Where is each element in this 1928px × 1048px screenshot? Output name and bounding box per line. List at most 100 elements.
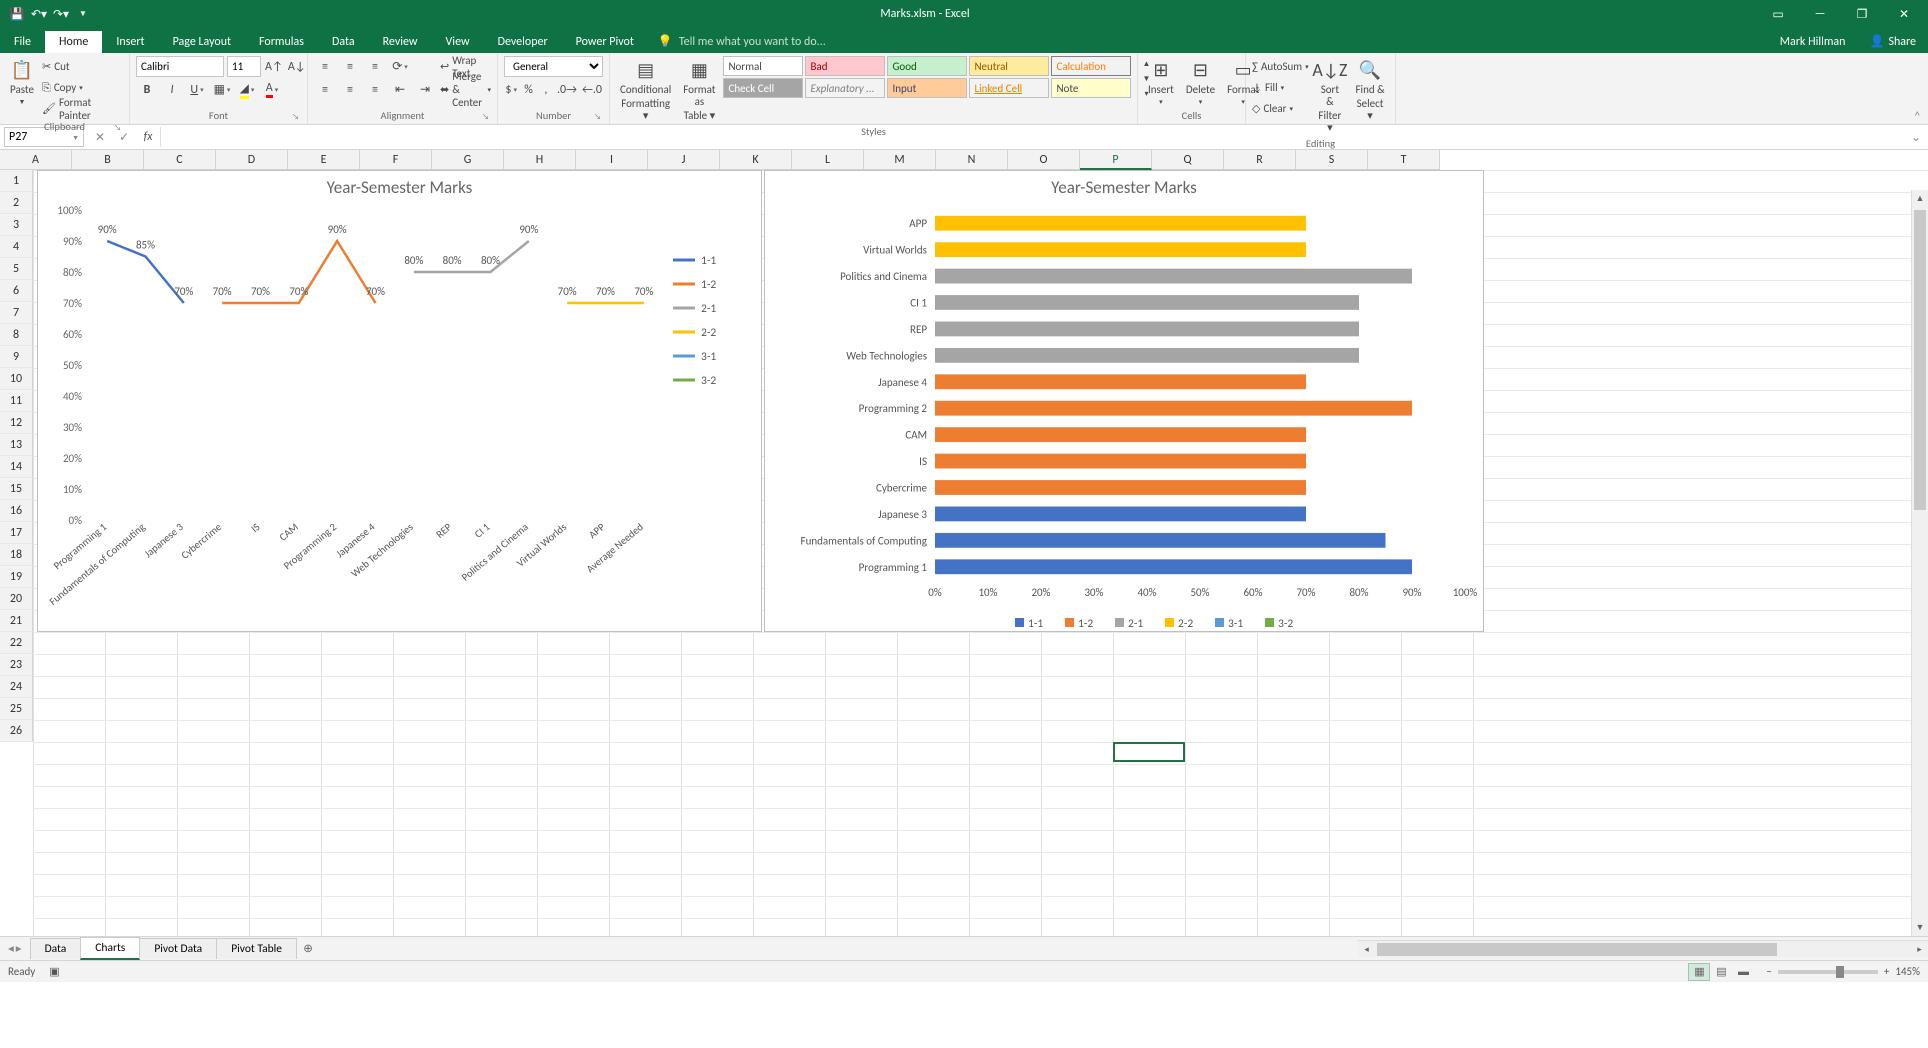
chart-line-year-semester-marks[interactable]: Year-Semester Marks 0%10%20%30%40%50%60%… xyxy=(37,170,762,632)
increase-decimal-icon[interactable]: .0→ xyxy=(556,79,578,101)
chart-bar-year-semester-marks[interactable]: Year-Semester Marks Programming 1Fundame… xyxy=(764,170,1484,632)
tab-power-pivot[interactable]: Power Pivot xyxy=(562,31,648,53)
style-explanatory[interactable]: Explanatory ... xyxy=(805,78,885,98)
underline-button[interactable]: U xyxy=(186,79,208,101)
tab-developer[interactable]: Developer xyxy=(484,31,562,53)
zoom-level[interactable]: 145% xyxy=(1895,965,1920,978)
style-bad[interactable]: Bad xyxy=(805,56,885,76)
tab-page-layout[interactable]: Page Layout xyxy=(159,31,245,53)
row-header-19[interactable]: 19 xyxy=(0,566,33,588)
row-header-24[interactable]: 24 xyxy=(0,676,33,698)
scroll-right-icon[interactable]: ▸ xyxy=(1911,944,1928,955)
maximize-button[interactable]: ❐ xyxy=(1842,0,1882,28)
insert-cells-button[interactable]: ⊞Insert▾ xyxy=(1144,56,1178,108)
merge-center-button[interactable]: ⬌ Merge & Center ▾ xyxy=(440,79,491,100)
row-header-23[interactable]: 23 xyxy=(0,654,33,676)
align-right-icon[interactable]: ≡ xyxy=(364,79,386,101)
comma-format-icon[interactable]: , xyxy=(539,79,553,101)
zoom-out-button[interactable]: − xyxy=(1766,965,1771,978)
percent-format-icon[interactable]: % xyxy=(521,79,535,101)
find-select-button[interactable]: 🔍Find &Select ▾ xyxy=(1351,56,1389,124)
column-header-J[interactable]: J xyxy=(648,150,720,170)
align-left-icon[interactable]: ≡ xyxy=(314,79,336,101)
row-header-7[interactable]: 7 xyxy=(0,302,33,324)
row-header-1[interactable]: 1 xyxy=(0,170,33,192)
column-header-B[interactable]: B xyxy=(72,150,144,170)
row-header-12[interactable]: 12 xyxy=(0,412,33,434)
new-sheet-button[interactable]: ⊕ xyxy=(296,940,320,957)
number-format-combo[interactable]: General xyxy=(504,56,603,77)
column-header-O[interactable]: O xyxy=(1008,150,1080,170)
sheet-tab-pivot-data[interactable]: Pivot Data xyxy=(139,938,217,959)
row-header-9[interactable]: 9 xyxy=(0,346,33,368)
column-header-A[interactable]: A xyxy=(0,150,72,170)
sheet-nav-first-icon[interactable]: ◂ xyxy=(8,941,14,956)
sheet-tab-pivot-table[interactable]: Pivot Table xyxy=(216,938,297,959)
style-neutral[interactable]: Neutral xyxy=(969,56,1049,76)
conditional-formatting-button[interactable]: ▤ Conditional Formatting ▾ xyxy=(616,56,675,124)
style-linked-cell[interactable]: Linked Cell xyxy=(969,78,1049,98)
style-input[interactable]: Input xyxy=(887,78,967,98)
column-header-H[interactable]: H xyxy=(504,150,576,170)
row-header-26[interactable]: 26 xyxy=(0,720,33,742)
number-dialog-launcher-icon[interactable]: ↘ xyxy=(594,112,601,122)
align-top-icon[interactable]: ≡ xyxy=(314,56,336,78)
style-good[interactable]: Good xyxy=(887,56,967,76)
italic-button[interactable]: I xyxy=(161,79,183,101)
row-header-11[interactable]: 11 xyxy=(0,390,33,412)
user-name[interactable]: Mark Hillman xyxy=(1768,31,1858,53)
style-check-cell[interactable]: Check Cell xyxy=(723,78,803,98)
row-header-17[interactable]: 17 xyxy=(0,522,33,544)
customize-qat-icon[interactable]: ▼ xyxy=(74,5,92,23)
clipboard-dialog-launcher-icon[interactable]: ↘ xyxy=(114,123,121,133)
scroll-down-icon[interactable]: ▼ xyxy=(1912,919,1928,936)
font-color-button[interactable]: A xyxy=(261,79,283,101)
view-page-layout-icon[interactable]: ▤ xyxy=(1710,963,1732,981)
column-header-R[interactable]: R xyxy=(1224,150,1296,170)
tab-insert[interactable]: Insert xyxy=(102,31,158,53)
row-header-5[interactable]: 5 xyxy=(0,258,33,280)
column-header-E[interactable]: E xyxy=(288,150,360,170)
tab-formulas[interactable]: Formulas xyxy=(245,31,318,53)
paste-button[interactable]: 📋 Paste ▼ xyxy=(6,56,38,108)
format-as-table-button[interactable]: ▦ Format as Table ▾ xyxy=(679,56,719,124)
row-header-18[interactable]: 18 xyxy=(0,544,33,566)
style-normal[interactable]: Normal xyxy=(723,56,803,76)
sort-filter-button[interactable]: A↓ZSort &Filter ▾ xyxy=(1313,56,1348,136)
row-header-6[interactable]: 6 xyxy=(0,280,33,302)
column-header-T[interactable]: T xyxy=(1368,150,1440,170)
collapse-ribbon-icon[interactable]: ^ xyxy=(1915,109,1920,122)
row-header-10[interactable]: 10 xyxy=(0,368,33,390)
bold-button[interactable]: B xyxy=(136,79,158,101)
row-header-3[interactable]: 3 xyxy=(0,214,33,236)
scroll-up-icon[interactable]: ▲ xyxy=(1912,190,1928,207)
undo-icon[interactable]: ↶▾ xyxy=(30,5,48,23)
vertical-scrollbar[interactable]: ▲ ▼ xyxy=(1911,190,1928,936)
vertical-scrollbar-thumb[interactable] xyxy=(1914,210,1926,510)
font-dialog-launcher-icon[interactable]: ↘ xyxy=(292,112,299,122)
zoom-slider[interactable] xyxy=(1778,970,1878,974)
font-name-combo[interactable] xyxy=(136,56,224,77)
style-note[interactable]: Note xyxy=(1051,78,1131,98)
column-header-I[interactable]: I xyxy=(576,150,648,170)
borders-button[interactable]: ▦ xyxy=(211,79,233,101)
tab-review[interactable]: Review xyxy=(369,31,432,53)
insert-function-icon[interactable]: fx xyxy=(136,130,160,144)
tab-home[interactable]: Home xyxy=(45,31,102,53)
column-header-G[interactable]: G xyxy=(432,150,504,170)
macro-record-icon[interactable]: ▣ xyxy=(49,965,59,978)
increase-indent-icon[interactable]: ⇥ xyxy=(414,79,436,101)
row-header-8[interactable]: 8 xyxy=(0,324,33,346)
column-header-M[interactable]: M xyxy=(864,150,936,170)
column-header-C[interactable]: C xyxy=(144,150,216,170)
row-header-13[interactable]: 13 xyxy=(0,434,33,456)
grid-area[interactable]: Year-Semester Marks 0%10%20%30%40%50%60%… xyxy=(33,170,1928,936)
expand-formula-bar-icon[interactable]: ⌄ xyxy=(1904,130,1928,145)
autosum-button[interactable]: ∑ AutoSum ▾ xyxy=(1252,56,1309,77)
tab-data[interactable]: Data xyxy=(318,31,369,53)
row-header-15[interactable]: 15 xyxy=(0,478,33,500)
row-header-4[interactable]: 4 xyxy=(0,236,33,258)
column-header-N[interactable]: N xyxy=(936,150,1008,170)
align-bottom-icon[interactable]: ≡ xyxy=(364,56,386,78)
decrease-font-icon[interactable]: A↓ xyxy=(287,56,307,78)
